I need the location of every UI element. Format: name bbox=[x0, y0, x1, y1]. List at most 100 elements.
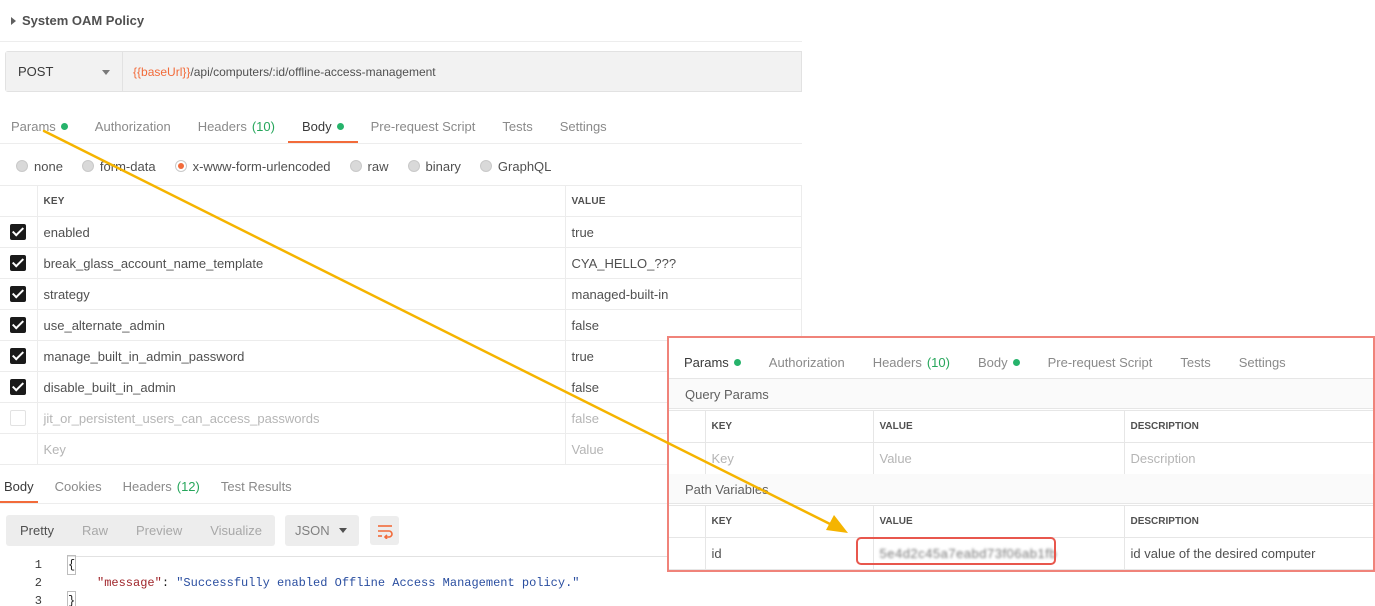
open-brace: { bbox=[66, 555, 77, 575]
value-cell[interactable]: managed-built-in bbox=[564, 278, 802, 310]
row-checkbox[interactable] bbox=[10, 348, 27, 365]
key-cell[interactable]: strategy bbox=[36, 278, 566, 310]
query-key-input[interactable]: Key bbox=[704, 442, 874, 475]
view-pretty-button[interactable]: Pretty bbox=[6, 523, 68, 538]
row-checkbox[interactable] bbox=[10, 379, 27, 396]
row-checkbox[interactable] bbox=[10, 224, 27, 241]
row-checkbox[interactable] bbox=[10, 410, 27, 427]
caret-right-icon[interactable] bbox=[11, 16, 16, 25]
tab-response-body[interactable]: Body bbox=[0, 479, 38, 504]
radio-form-data[interactable]: form-data bbox=[81, 158, 156, 174]
tab-cookies[interactable]: Cookies bbox=[55, 479, 102, 504]
line-number: 2 bbox=[34, 576, 42, 590]
method-select[interactable]: POST bbox=[6, 52, 123, 91]
radio-label: GraphQL bbox=[497, 158, 552, 174]
key-cell[interactable]: manage_built_in_admin_password bbox=[36, 340, 566, 372]
wrap-lines-button[interactable] bbox=[370, 516, 399, 545]
table-header-row: KEY VALUE DESCRIPTION bbox=[669, 505, 1373, 538]
checkbox-cell bbox=[0, 402, 38, 434]
tab-label: Authorization bbox=[768, 355, 845, 370]
value-cell[interactable]: true bbox=[564, 216, 802, 248]
tab-label: Params bbox=[11, 119, 56, 134]
radio-circle[interactable] bbox=[407, 160, 420, 172]
tab-label: Authorization bbox=[94, 119, 171, 134]
query-value-input[interactable]: Value bbox=[872, 442, 1125, 475]
new-key-input[interactable]: Key bbox=[36, 433, 566, 465]
tab-tests[interactable]: Tests bbox=[1180, 355, 1210, 380]
radio-circle-selected[interactable] bbox=[174, 160, 187, 172]
tab-params[interactable]: Params bbox=[684, 355, 741, 380]
code-line: 2 "message": "Successfully enabled Offli… bbox=[0, 574, 802, 592]
value-header: VALUE bbox=[872, 410, 1125, 443]
description-header: DESCRIPTION bbox=[1123, 410, 1373, 443]
format-label: JSON bbox=[295, 523, 330, 538]
collection-title: System OAM Policy bbox=[22, 13, 145, 28]
tab-pre-request-script[interactable]: Pre-request Script bbox=[1048, 355, 1153, 380]
path-description-cell[interactable]: id value of the desired computer bbox=[1123, 537, 1373, 570]
radio-circle[interactable] bbox=[81, 160, 94, 172]
url-input[interactable]: {{baseUrl}}/api/computers/:id/offline-ac… bbox=[123, 52, 801, 91]
key-cell[interactable]: enabled bbox=[36, 216, 566, 248]
view-visualize-button[interactable]: Visualize bbox=[196, 523, 276, 538]
table-row: enabled true bbox=[0, 216, 802, 248]
inset-request-tabs: Params Authorization Headers (10) Body Pr… bbox=[684, 352, 1314, 380]
radio-label: x-www-form-urlencoded bbox=[192, 158, 331, 174]
tab-label: Headers bbox=[122, 479, 172, 494]
path-key-cell[interactable]: id bbox=[704, 537, 874, 570]
tab-settings[interactable]: Settings bbox=[1239, 355, 1286, 380]
tab-response-headers[interactable]: Headers (12) bbox=[123, 479, 200, 504]
query-params-table: KEY VALUE DESCRIPTION Key Value Descript… bbox=[669, 410, 1373, 475]
tab-test-results[interactable]: Test Results bbox=[221, 479, 292, 504]
table-row: strategy managed-built-in bbox=[0, 278, 802, 310]
tab-params[interactable]: Params bbox=[11, 119, 68, 144]
key-cell[interactable]: jit_or_persistent_users_can_access_passw… bbox=[36, 402, 566, 434]
view-preview-button[interactable]: Preview bbox=[122, 523, 196, 538]
radio-graphql[interactable]: GraphQL bbox=[479, 158, 552, 174]
value-cell[interactable]: CYA_HELLO_??? bbox=[564, 247, 802, 279]
tab-tests[interactable]: Tests bbox=[502, 119, 532, 144]
json-colon: : bbox=[161, 576, 177, 590]
collection-header[interactable]: System OAM Policy bbox=[0, 0, 802, 42]
radio-circle[interactable] bbox=[479, 160, 492, 172]
radio-binary[interactable]: binary bbox=[407, 158, 461, 174]
tab-label: Settings bbox=[1238, 355, 1286, 370]
table-row: break_glass_account_name_template CYA_HE… bbox=[0, 247, 802, 279]
query-description-input[interactable]: Description bbox=[1123, 442, 1373, 475]
row-checkbox[interactable] bbox=[10, 255, 27, 272]
value-header: VALUE bbox=[872, 505, 1125, 538]
tab-settings[interactable]: Settings bbox=[560, 119, 607, 144]
tab-body[interactable]: Body bbox=[288, 119, 358, 144]
tab-authorization[interactable]: Authorization bbox=[95, 119, 171, 144]
tab-label: Tests bbox=[1180, 355, 1211, 370]
tab-label: Body bbox=[977, 355, 1008, 370]
radio-circle[interactable] bbox=[16, 160, 28, 172]
radio-none[interactable]: none bbox=[16, 159, 63, 174]
key-cell[interactable]: break_glass_account_name_template bbox=[36, 247, 566, 279]
request-tabs: Params Authorization Headers (10) Body Pr… bbox=[11, 118, 634, 144]
tab-label: Headers bbox=[872, 355, 922, 370]
tab-headers[interactable]: Headers (10) bbox=[198, 119, 275, 144]
row-checkbox[interactable] bbox=[10, 286, 27, 303]
checkbox-cell bbox=[0, 433, 38, 465]
checkbox-cell bbox=[0, 278, 38, 310]
active-dot-icon bbox=[336, 123, 344, 130]
view-raw-button[interactable]: Raw bbox=[68, 523, 122, 538]
key-header: KEY bbox=[704, 505, 874, 538]
radio-raw[interactable]: raw bbox=[349, 159, 389, 174]
response-toolbar: Pretty Raw Preview Visualize JSON bbox=[6, 515, 399, 546]
tab-pre-request-script[interactable]: Pre-request Script bbox=[371, 119, 476, 144]
tabs-divider bbox=[0, 143, 802, 144]
format-select[interactable]: JSON bbox=[285, 515, 359, 546]
wrap-icon bbox=[377, 524, 393, 539]
key-cell[interactable]: use_alternate_admin bbox=[36, 309, 566, 341]
tab-body[interactable]: Body bbox=[978, 355, 1020, 380]
url-variable: {{baseUrl}} bbox=[133, 64, 191, 79]
tab-headers[interactable]: Headers (10) bbox=[873, 355, 950, 380]
radio-x-www-form-urlencoded[interactable]: x-www-form-urlencoded bbox=[174, 158, 331, 174]
key-cell[interactable]: disable_built_in_admin bbox=[36, 371, 566, 403]
radio-circle[interactable] bbox=[349, 160, 362, 172]
row-checkbox[interactable] bbox=[10, 317, 27, 334]
tab-authorization[interactable]: Authorization bbox=[769, 355, 845, 380]
radio-label: form-data bbox=[99, 158, 156, 174]
radio-label: binary bbox=[425, 158, 461, 174]
